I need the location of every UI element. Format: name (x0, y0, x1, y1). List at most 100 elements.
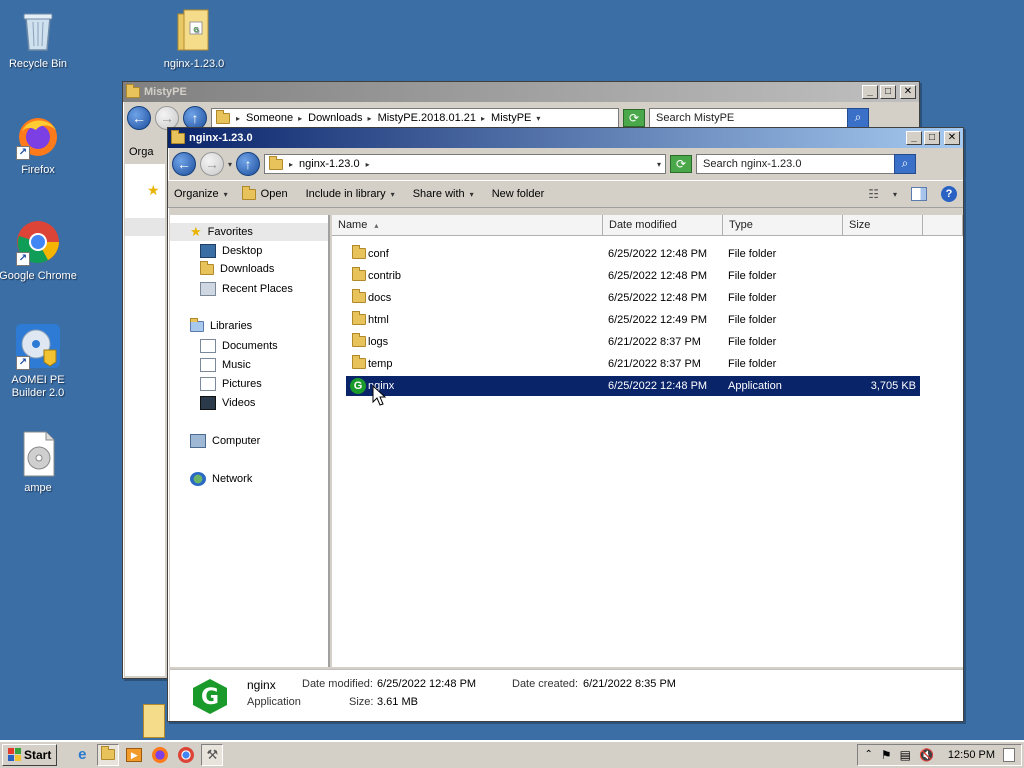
file-date: 6/25/2022 12:49 PM (608, 314, 708, 326)
column-header-size[interactable]: Size (843, 215, 923, 236)
column-header-type[interactable]: Type (723, 215, 843, 236)
nav-favorites[interactable]: ★ Favorites (170, 223, 328, 241)
nav-libraries[interactable]: Libraries (190, 317, 252, 332)
share-with-button[interactable]: Share with ▾ (413, 188, 474, 200)
maximize-button[interactable]: □ (924, 131, 940, 145)
start-button[interactable]: Start (2, 743, 58, 766)
nginx-large-icon: G (190, 677, 230, 715)
close-button[interactable]: ✕ (944, 131, 960, 145)
address-bar[interactable]: ▸ nginx-1.23.0 ▸ ▾ (264, 154, 667, 174)
help-icon[interactable]: ? (941, 186, 957, 202)
view-options-icon[interactable]: ☷ (868, 187, 879, 201)
show-hidden-icons-icon[interactable]: ⌃ (864, 749, 872, 760)
file-row-docs[interactable]: docs 6/25/2022 12:48 PM File folder (346, 288, 920, 308)
chrome-taskbar-icon[interactable] (175, 744, 197, 766)
folder-icon (216, 109, 230, 124)
tools-taskbar-icon[interactable]: ⚒ (201, 743, 224, 766)
view-dropdown-icon[interactable]: ▾ (893, 190, 897, 199)
folder-icon (352, 311, 366, 325)
volume-muted-icon[interactable]: 🔇 (919, 748, 934, 762)
titlebar[interactable]: MistyPE _ □ ✕ (123, 82, 919, 102)
nav-network[interactable]: Network (190, 472, 252, 486)
refresh-button[interactable]: ⟳ (623, 109, 645, 127)
desktop-icon-firefox[interactable]: ↗ Firefox (0, 112, 80, 177)
clock[interactable]: 12:50 PM (948, 749, 995, 761)
close-button[interactable]: ✕ (900, 85, 916, 99)
breadcrumb-item[interactable]: Downloads ▸ (308, 112, 371, 124)
desktop-icon-ampe[interactable]: ampe (0, 430, 80, 495)
recent-places-icon (200, 282, 216, 296)
folder-icon (352, 245, 366, 259)
details-file-name: nginx (247, 678, 276, 692)
search-icon[interactable]: ⌕ (847, 108, 869, 128)
desktop-icon-recycle-bin[interactable]: Recycle Bin (0, 6, 80, 71)
chrome-icon: ↗ (14, 218, 62, 266)
open-button[interactable]: Open (241, 185, 288, 200)
selected-nav-item[interactable] (125, 218, 165, 236)
minimize-button[interactable]: _ (906, 131, 922, 145)
file-row-temp[interactable]: temp 6/21/2022 8:37 PM File folder (346, 354, 920, 374)
nav-pictures[interactable]: Pictures (200, 377, 262, 391)
media-player-icon[interactable]: ▶ (123, 744, 145, 766)
recent-pages-dropdown[interactable]: ▾ (228, 160, 232, 169)
firefox-taskbar-icon[interactable] (149, 744, 171, 766)
nav-music[interactable]: Music (200, 358, 251, 372)
breadcrumb-item[interactable]: MistyPE ▾ (491, 112, 540, 124)
back-button[interactable]: ← (172, 152, 196, 176)
show-desktop-icon[interactable] (1003, 747, 1015, 762)
file-name: temp (368, 358, 393, 370)
nav-recent-places[interactable]: Recent Places (200, 282, 293, 296)
folder-icon: G (170, 6, 218, 54)
file-size: 3,705 KB (870, 380, 916, 392)
search-input[interactable]: Search MistyPE ⌕ (649, 108, 869, 128)
back-button[interactable]: ← (127, 106, 151, 130)
organize-button[interactable]: Organize ▾ (174, 188, 228, 200)
preview-pane-icon[interactable] (911, 187, 927, 201)
column-header-date-modified[interactable]: Date modified (603, 215, 723, 236)
column-header-extra[interactable] (923, 215, 963, 236)
action-center-flag-icon[interactable]: ⚑ (881, 748, 892, 762)
new-folder-button[interactable]: New folder (492, 188, 545, 200)
titlebar[interactable]: nginx-1.23.0 _ □ ✕ (168, 128, 963, 148)
desktop-icon-aomei-pe-builder[interactable]: ↗ AOMEI PE Builder 2.0 (0, 322, 80, 400)
search-icon[interactable]: ⌕ (894, 154, 917, 174)
address-history-dropdown[interactable]: ▾ (657, 160, 661, 169)
nav-computer[interactable]: Computer (190, 434, 260, 448)
nav-label: Downloads (220, 263, 275, 275)
internet-explorer-icon[interactable]: e (71, 744, 93, 766)
file-row-contrib[interactable]: contrib 6/25/2022 12:48 PM File folder (346, 266, 920, 286)
search-input[interactable]: Search nginx-1.23.0 ⌕ (696, 154, 917, 174)
nav-videos[interactable]: Videos (200, 396, 255, 410)
mouse-cursor-icon (372, 385, 386, 406)
file-date: 6/25/2022 12:48 PM (608, 292, 708, 304)
forward-button[interactable]: → (200, 152, 224, 176)
libraries-icon (190, 317, 204, 332)
organize-menu[interactable]: Orga (129, 146, 153, 158)
nav-desktop[interactable]: Desktop (200, 244, 262, 258)
column-header-name[interactable]: Name ▴ (332, 215, 603, 236)
aomei-pe-builder-icon: ↗ (14, 322, 62, 370)
favorites-star-icon: ★ (147, 182, 160, 198)
file-row-nginx[interactable]: G nginx 6/25/2022 12:48 PM Application 3… (346, 376, 920, 396)
desktop-icon (200, 244, 216, 258)
desktop-icon-nginx-folder[interactable]: G nginx-1.23.0 (152, 6, 236, 71)
breadcrumb-item[interactable]: MistyPE.2018.01.21 ▸ (378, 112, 485, 124)
desktop-icon-google-chrome[interactable]: ↗ Google Chrome (0, 218, 80, 283)
minimize-button[interactable]: _ (862, 85, 878, 99)
refresh-button[interactable]: ⟳ (670, 155, 693, 173)
network-tray-icon[interactable]: ▤ (900, 748, 911, 762)
file-row-html[interactable]: html 6/25/2022 12:49 PM File folder (346, 310, 920, 330)
include-in-library-button[interactable]: Include in library ▾ (306, 188, 395, 200)
nav-documents[interactable]: Documents (200, 339, 278, 353)
file-explorer-taskbar-icon[interactable] (97, 743, 120, 766)
address-bar[interactable]: ▸ Someone ▸ Downloads ▸ MistyPE.2018.01.21… (211, 108, 619, 128)
maximize-button[interactable]: □ (880, 85, 896, 99)
folder-icon (126, 83, 140, 98)
up-button[interactable]: ↑ (236, 152, 261, 176)
file-row-conf[interactable]: conf 6/25/2022 12:48 PM File folder (346, 244, 920, 264)
breadcrumb-item[interactable]: Someone ▸ (246, 112, 302, 124)
open-label: Open (260, 188, 288, 200)
file-row-logs[interactable]: logs 6/21/2022 8:37 PM File folder (346, 332, 920, 352)
nav-downloads[interactable]: Downloads (200, 260, 275, 275)
window-nginx[interactable]: nginx-1.23.0 _ □ ✕ ← → ▾ ↑ ▸ nginx-1.23.… (167, 127, 964, 722)
